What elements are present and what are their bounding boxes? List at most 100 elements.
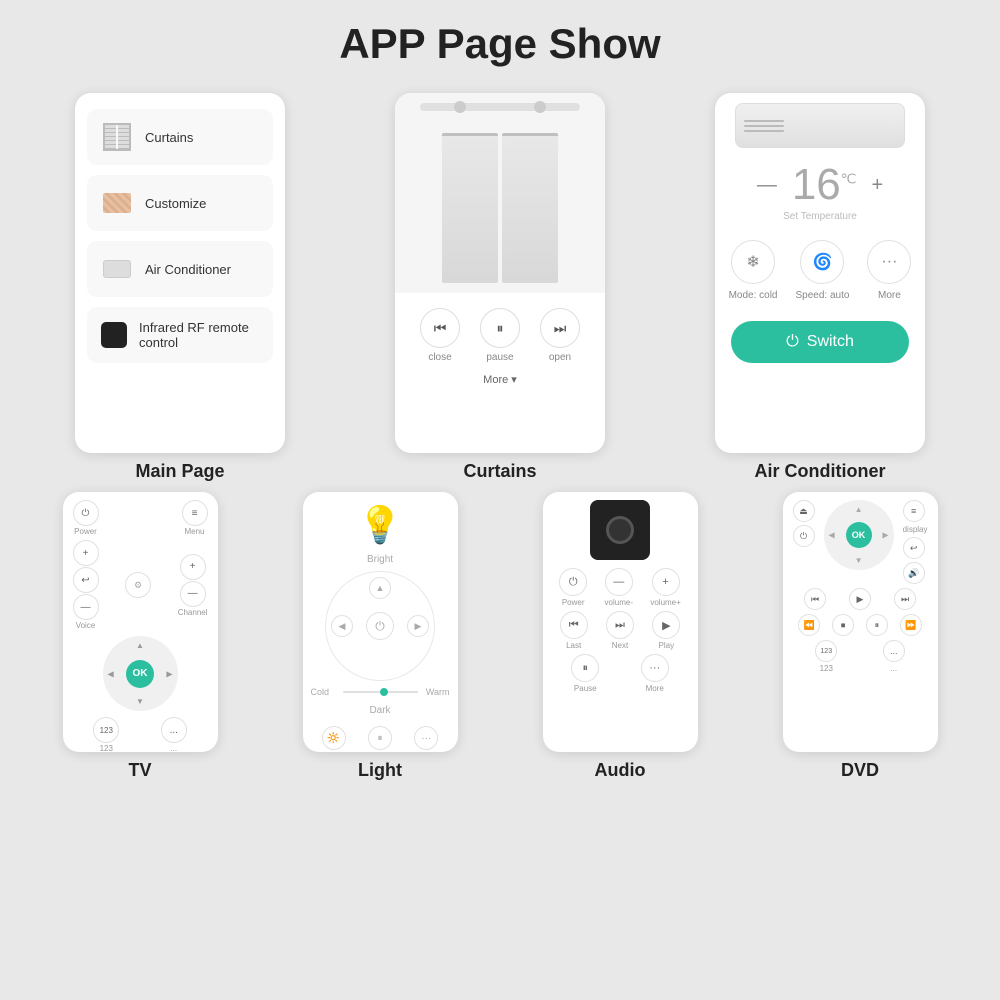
curtains-phone: ⏮ close ⏸ pause ⏭ open bbox=[395, 93, 605, 453]
curtain-more-btn[interactable]: More ▾ bbox=[483, 373, 517, 386]
audio-next-btn[interactable]: ⏭ Next bbox=[606, 611, 634, 650]
dvd-power-btn[interactable]: ⏻ bbox=[793, 525, 815, 547]
dvd-dpad-right[interactable]: ▶ bbox=[882, 531, 888, 540]
tv-content: ⏻ Power ≡ Menu + ↩ bbox=[63, 492, 218, 752]
audio-vol-minus-btn[interactable]: — volume- bbox=[605, 568, 633, 607]
dvd-more-btn[interactable]: ... bbox=[883, 640, 905, 662]
main-page-container: Curtains Customize Air Con bbox=[75, 93, 285, 482]
light-power-btn[interactable]: ⏻ bbox=[366, 612, 394, 640]
light-bottom-btn-3[interactable]: ··· bbox=[414, 726, 438, 750]
tv-dpad-left[interactable]: ◀ bbox=[108, 669, 114, 678]
curtains-container: ⏮ close ⏸ pause ⏭ open bbox=[395, 93, 605, 482]
warm-label: Warm bbox=[426, 687, 450, 697]
ac-unit-lines bbox=[744, 120, 784, 132]
curtains-visual bbox=[442, 133, 558, 283]
dvd-ok-btn[interactable]: OK bbox=[846, 522, 872, 548]
tv-dpad[interactable]: ▲ ▼ ◀ ▶ OK bbox=[103, 636, 178, 711]
light-bulb-icon: 💡 bbox=[358, 504, 403, 546]
dvd-menu-btn[interactable]: ≡ bbox=[903, 500, 925, 522]
menu-item-ir[interactable]: Infrared RF remote control bbox=[87, 307, 273, 363]
dvd-right-col: ≡ display ↩ 🔊 bbox=[903, 500, 928, 584]
audio-play-btn[interactable]: ▶ Play bbox=[652, 611, 680, 650]
dvd-dpad-left[interactable]: ◀ bbox=[829, 531, 835, 540]
audio-more-btn[interactable]: ··· More bbox=[641, 654, 669, 693]
dvd-label: DVD bbox=[841, 760, 879, 781]
tv-channel-group: + — Channel bbox=[178, 554, 208, 617]
tv-number-btn[interactable]: 123 bbox=[93, 717, 119, 743]
dvd-play-btn[interactable]: ▶ bbox=[849, 588, 871, 610]
dvd-dpad[interactable]: ▲ ▼ ◀ ▶ OK bbox=[824, 500, 894, 570]
light-content: 💡 Bright ▲ ▶ ◀ ⏻ Cold bbox=[303, 492, 458, 752]
ac-label: Air Conditioner bbox=[755, 461, 886, 482]
tv-power-btn[interactable]: ⏻ bbox=[73, 500, 99, 526]
dvd-eject-btn[interactable]: ⏏ bbox=[793, 500, 815, 522]
curtain-close-btn[interactable]: ⏮ close bbox=[420, 308, 460, 363]
open-icon: ⏭ bbox=[540, 308, 580, 348]
dvd-pause-btn[interactable]: ⏸ bbox=[866, 614, 888, 636]
tv-center-btn[interactable]: ⚙ bbox=[125, 572, 151, 598]
tv-voice-plus-btn[interactable]: + bbox=[73, 540, 99, 566]
tv-phone: ⏻ Power ≡ Menu + ↩ bbox=[63, 492, 218, 752]
dvd-vol-btn[interactable]: 🔊 bbox=[903, 562, 925, 584]
tv-more-btn[interactable]: ... bbox=[161, 717, 187, 743]
dvd-stop-btn[interactable]: ⏹ bbox=[832, 614, 854, 636]
light-bottom-btn-1[interactable]: 🔆 bbox=[322, 726, 346, 750]
light-temp-slider[interactable] bbox=[343, 691, 418, 693]
dvd-ff-btn[interactable]: ⏩ bbox=[900, 614, 922, 636]
audio-speaker-icon bbox=[590, 500, 650, 560]
ac-mode-icon: ❄ bbox=[731, 240, 775, 284]
menu-item-ac[interactable]: Air Conditioner bbox=[87, 241, 273, 297]
dvd-next-btn[interactable]: ⏭ bbox=[894, 588, 916, 610]
audio-pause-btn[interactable]: ⏸ Pause bbox=[571, 654, 599, 693]
tv-dpad-down[interactable]: ▼ bbox=[136, 697, 144, 706]
tv-channel-minus-btn[interactable]: — bbox=[180, 581, 206, 607]
ac-line-2 bbox=[744, 125, 784, 127]
ac-minus-btn[interactable]: — bbox=[757, 174, 777, 197]
light-container: 💡 Bright ▲ ▶ ◀ ⏻ Cold bbox=[303, 492, 458, 781]
menu-item-curtains[interactable]: Curtains bbox=[87, 109, 273, 165]
dvd-dpad-up[interactable]: ▲ bbox=[855, 505, 863, 514]
ac-speed-icon: 🌀 bbox=[800, 240, 844, 284]
power-label: Power bbox=[562, 598, 585, 607]
ac-switch-button[interactable]: ⏻ Switch bbox=[731, 321, 909, 363]
dvd-prev-btn[interactable]: ⏮ bbox=[804, 588, 826, 610]
light-ring-top-btn[interactable]: ▲ bbox=[369, 577, 391, 599]
dvd-more-group: ... ... bbox=[883, 640, 905, 673]
vol-minus-label: volume- bbox=[605, 598, 633, 607]
dvd-dpad-down[interactable]: ▼ bbox=[855, 556, 863, 565]
light-bottom-btn-2[interactable]: ⏸ bbox=[368, 726, 392, 750]
audio-vol-plus-btn[interactable]: + volume+ bbox=[650, 568, 680, 607]
curtains-label: Curtains bbox=[463, 461, 536, 482]
ac-more-ctrl[interactable]: ··· More bbox=[867, 240, 911, 301]
dvd-phone: ⏏ ⏻ ▲ ▼ ◀ ▶ OK ≡ bbox=[783, 492, 938, 752]
tv-channel-plus-btn[interactable]: + bbox=[180, 554, 206, 580]
ac-speed-ctrl[interactable]: 🌀 Speed: auto bbox=[795, 240, 849, 301]
dvd-content: ⏏ ⏻ ▲ ▼ ◀ ▶ OK ≡ bbox=[783, 492, 938, 681]
tv-voice-minus-btn[interactable]: — bbox=[73, 594, 99, 620]
dvd-number-btn[interactable]: 123 bbox=[815, 640, 837, 662]
tv-dpad-up[interactable]: ▲ bbox=[136, 641, 144, 650]
ac-mode-ctrl[interactable]: ❄ Mode: cold bbox=[729, 240, 778, 301]
tv-menu-btn[interactable]: ≡ bbox=[182, 500, 208, 526]
tv-more-group: ... ... bbox=[161, 717, 187, 752]
dvd-playback-row2: ⏪ ⏹ ⏸ ⏩ bbox=[793, 614, 928, 636]
menu-item-customize[interactable]: Customize bbox=[87, 175, 273, 231]
light-ring[interactable]: ▲ ▶ ◀ ⏻ bbox=[325, 571, 435, 681]
dvd-back-btn[interactable]: ↩ bbox=[903, 537, 925, 559]
light-ring-right-btn[interactable]: ▶ bbox=[407, 615, 429, 637]
audio-power-btn[interactable]: ⏻ Power bbox=[559, 568, 587, 607]
audio-last-btn[interactable]: ⏮ Last bbox=[560, 611, 588, 650]
tv-ok-btn[interactable]: OK bbox=[126, 660, 154, 688]
curtain-pause-btn[interactable]: ⏸ pause bbox=[480, 308, 520, 363]
tv-back-btn[interactable]: ↩ bbox=[73, 567, 99, 593]
tv-dpad-right[interactable]: ▶ bbox=[166, 669, 172, 678]
light-ring-left-btn[interactable]: ◀ bbox=[331, 615, 353, 637]
tv-container: ⏻ Power ≡ Menu + ↩ bbox=[63, 492, 218, 781]
curtain-open-btn[interactable]: ⏭ open bbox=[540, 308, 580, 363]
tv-power-group: ⏻ Power bbox=[73, 500, 99, 536]
dvd-rew-btn[interactable]: ⏪ bbox=[798, 614, 820, 636]
ac-content: — 16℃ + Set Temperature ❄ Mode: cold bbox=[715, 93, 925, 453]
dvd-left-col: ⏏ ⏻ bbox=[793, 500, 815, 547]
customize-icon bbox=[101, 187, 133, 219]
ac-plus-btn[interactable]: + bbox=[872, 174, 884, 197]
